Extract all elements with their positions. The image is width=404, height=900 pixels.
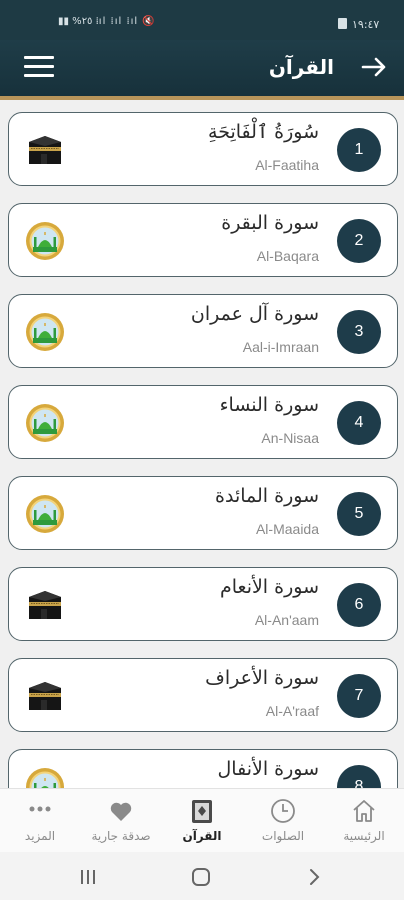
- surah-number: 6: [337, 583, 381, 627]
- surah-english-name: Al-Maaida: [255, 521, 319, 537]
- surah-card[interactable]: 8 سورة الأنفال: [8, 749, 398, 788]
- nav-home[interactable]: الرئيسية: [324, 789, 404, 853]
- system-nav-bar: [0, 852, 404, 900]
- status-bar: ▮▮ %٢٥ ⁞ıl ⁞ıl ⁞ıl 🔇 ١٩:٤٧: [0, 0, 404, 40]
- kaaba-icon: [25, 585, 65, 625]
- mosque-icon: [25, 221, 65, 261]
- surah-number: 2: [337, 219, 381, 263]
- page-title: القرآن: [268, 55, 334, 79]
- surah-number: 8: [337, 765, 381, 788]
- surah-english-name: Al-A'raaf: [265, 703, 319, 719]
- bottom-nav: الرئيسية الصلوات القرآن صدقة جارية المزي…: [0, 788, 404, 852]
- quran-icon: [192, 800, 212, 823]
- surah-number: 3: [337, 310, 381, 354]
- surah-arabic-name: سورة الأنفال: [217, 758, 319, 780]
- surah-card[interactable]: 6 سورة الأنعام Al-An'aam: [8, 567, 398, 641]
- surah-arabic-name: سورة المائدة: [215, 485, 319, 507]
- surah-english-name: Aal-i-Imraan: [242, 339, 319, 355]
- nav-charity[interactable]: صدقة جارية: [81, 789, 161, 853]
- surah-card[interactable]: 2 سورة البقرة Al-Baqara: [8, 203, 398, 277]
- surah-card[interactable]: 3 سورة آل عمران Aal-i-Imraan: [8, 294, 398, 368]
- surah-english-name: Al-An'aam: [254, 612, 319, 628]
- nav-more-label: المزيد: [24, 829, 56, 843]
- surah-number: 4: [337, 401, 381, 445]
- surah-english-name: Al-Baqara: [256, 248, 319, 264]
- notification-icon: [338, 18, 347, 29]
- back-arrow-icon[interactable]: [358, 51, 390, 83]
- surah-english-name: An-Nisaa: [261, 430, 319, 446]
- home-icon: [353, 800, 375, 822]
- surah-arabic-name: سورة البقرة: [221, 212, 319, 234]
- app-header: القرآن: [0, 40, 404, 100]
- home-button-icon[interactable]: [190, 867, 212, 887]
- status-indicators: ▮▮ %٢٥ ⁞ıl ⁞ıl ⁞ıl 🔇: [58, 16, 156, 27]
- mosque-icon: [25, 312, 65, 352]
- surah-list: 1 سُورَةُ ٱلْفَاتِحَةِ Al-Faatiha 2 سورة…: [0, 110, 404, 788]
- surah-english-name: Al-Faatiha: [255, 157, 319, 173]
- nav-quran[interactable]: القرآن: [162, 789, 242, 853]
- status-time: ١٩:٤٧: [352, 18, 380, 31]
- kaaba-icon: [25, 130, 65, 170]
- surah-arabic-name: سُورَةُ ٱلْفَاتِحَةِ: [208, 121, 319, 143]
- nav-prayers-label: الصلوات: [261, 829, 305, 843]
- surah-number: 7: [337, 674, 381, 718]
- clock-icon: [271, 799, 295, 823]
- surah-arabic-name: سورة آل عمران: [190, 303, 319, 325]
- mosque-icon: [25, 403, 65, 443]
- nav-home-label: الرئيسية: [343, 829, 385, 843]
- surah-arabic-name: سورة الأنعام: [219, 576, 319, 598]
- surah-card[interactable]: 5 سورة المائدة Al-Maaida: [8, 476, 398, 550]
- mosque-icon: [25, 767, 65, 788]
- surah-number: 5: [337, 492, 381, 536]
- nav-prayers[interactable]: الصلوات: [243, 789, 323, 853]
- back-nav-icon[interactable]: [306, 867, 322, 887]
- menu-icon[interactable]: [24, 56, 54, 80]
- surah-number: 1: [337, 128, 381, 172]
- surah-arabic-name: سورة الأعراف: [205, 667, 319, 689]
- recent-apps-icon[interactable]: [78, 868, 98, 886]
- nav-more[interactable]: المزيد: [0, 789, 80, 853]
- surah-card[interactable]: 7 سورة الأعراف Al-A'raaf: [8, 658, 398, 732]
- nav-quran-label: القرآن: [182, 829, 222, 843]
- surah-card[interactable]: 4 سورة النساء An-Nisaa: [8, 385, 398, 459]
- nav-charity-label: صدقة جارية: [91, 829, 151, 843]
- heart-icon: [110, 802, 132, 821]
- mosque-icon: [25, 494, 65, 534]
- kaaba-icon: [25, 676, 65, 716]
- more-icon: [29, 806, 51, 812]
- surah-arabic-name: سورة النساء: [219, 394, 319, 416]
- surah-card[interactable]: 1 سُورَةُ ٱلْفَاتِحَةِ Al-Faatiha: [8, 112, 398, 186]
